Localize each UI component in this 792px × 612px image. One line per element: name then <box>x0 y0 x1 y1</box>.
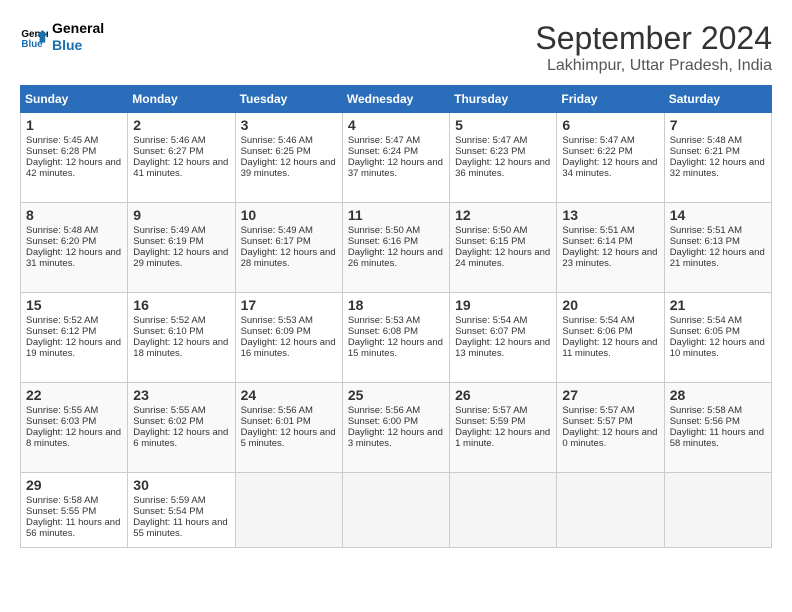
calendar-table: Sunday Monday Tuesday Wednesday Thursday… <box>20 85 772 548</box>
calendar-cell-14: 14Sunrise: 5:51 AMSunset: 6:13 PMDayligh… <box>664 203 771 293</box>
calendar-cell-16: 16Sunrise: 5:52 AMSunset: 6:10 PMDayligh… <box>128 293 235 383</box>
calendar-week-5: 29Sunrise: 5:58 AMSunset: 5:55 PMDayligh… <box>21 473 772 548</box>
calendar-cell-empty-4-2 <box>235 473 342 548</box>
calendar-cell-6: 6Sunrise: 5:47 AMSunset: 6:22 PMDaylight… <box>557 113 664 203</box>
calendar-cell-22: 22Sunrise: 5:55 AMSunset: 6:03 PMDayligh… <box>21 383 128 473</box>
logo: General Blue General Blue <box>20 20 104 54</box>
calendar-cell-empty-4-6 <box>664 473 771 548</box>
header-thursday: Thursday <box>450 86 557 113</box>
calendar-cell-8: 8Sunrise: 5:48 AMSunset: 6:20 PMDaylight… <box>21 203 128 293</box>
header-row: Sunday Monday Tuesday Wednesday Thursday… <box>21 86 772 113</box>
calendar-cell-20: 20Sunrise: 5:54 AMSunset: 6:06 PMDayligh… <box>557 293 664 383</box>
header-monday: Monday <box>128 86 235 113</box>
logo-icon: General Blue <box>20 23 48 51</box>
calendar-cell-26: 26Sunrise: 5:57 AMSunset: 5:59 PMDayligh… <box>450 383 557 473</box>
logo-general: General <box>52 20 104 37</box>
calendar-cell-10: 10Sunrise: 5:49 AMSunset: 6:17 PMDayligh… <box>235 203 342 293</box>
calendar-cell-empty-4-5 <box>557 473 664 548</box>
header: General Blue General Blue September 2024… <box>20 20 772 75</box>
header-saturday: Saturday <box>664 86 771 113</box>
header-sunday: Sunday <box>21 86 128 113</box>
calendar-cell-30: 30Sunrise: 5:59 AMSunset: 5:54 PMDayligh… <box>128 473 235 548</box>
calendar-cell-2: 2Sunrise: 5:46 AMSunset: 6:27 PMDaylight… <box>128 113 235 203</box>
logo-blue: Blue <box>52 37 104 54</box>
header-wednesday: Wednesday <box>342 86 449 113</box>
calendar-cell-27: 27Sunrise: 5:57 AMSunset: 5:57 PMDayligh… <box>557 383 664 473</box>
calendar-cell-25: 25Sunrise: 5:56 AMSunset: 6:00 PMDayligh… <box>342 383 449 473</box>
calendar-cell-1: 1Sunrise: 5:45 AMSunset: 6:28 PMDaylight… <box>21 113 128 203</box>
calendar-cell-9: 9Sunrise: 5:49 AMSunset: 6:19 PMDaylight… <box>128 203 235 293</box>
calendar-week-2: 8Sunrise: 5:48 AMSunset: 6:20 PMDaylight… <box>21 203 772 293</box>
calendar-week-1: 1Sunrise: 5:45 AMSunset: 6:28 PMDaylight… <box>21 113 772 203</box>
calendar-cell-17: 17Sunrise: 5:53 AMSunset: 6:09 PMDayligh… <box>235 293 342 383</box>
calendar-cell-7: 7Sunrise: 5:48 AMSunset: 6:21 PMDaylight… <box>664 113 771 203</box>
calendar-cell-11: 11Sunrise: 5:50 AMSunset: 6:16 PMDayligh… <box>342 203 449 293</box>
calendar-week-4: 22Sunrise: 5:55 AMSunset: 6:03 PMDayligh… <box>21 383 772 473</box>
calendar-cell-28: 28Sunrise: 5:58 AMSunset: 5:56 PMDayligh… <box>664 383 771 473</box>
calendar-cell-empty-4-4 <box>450 473 557 548</box>
header-friday: Friday <box>557 86 664 113</box>
calendar-subtitle: Lakhimpur, Uttar Pradesh, India <box>535 57 772 75</box>
calendar-cell-15: 15Sunrise: 5:52 AMSunset: 6:12 PMDayligh… <box>21 293 128 383</box>
calendar-cell-5: 5Sunrise: 5:47 AMSunset: 6:23 PMDaylight… <box>450 113 557 203</box>
header-tuesday: Tuesday <box>235 86 342 113</box>
calendar-cell-empty-4-3 <box>342 473 449 548</box>
calendar-cell-3: 3Sunrise: 5:46 AMSunset: 6:25 PMDaylight… <box>235 113 342 203</box>
calendar-cell-19: 19Sunrise: 5:54 AMSunset: 6:07 PMDayligh… <box>450 293 557 383</box>
calendar-cell-12: 12Sunrise: 5:50 AMSunset: 6:15 PMDayligh… <box>450 203 557 293</box>
calendar-cell-29: 29Sunrise: 5:58 AMSunset: 5:55 PMDayligh… <box>21 473 128 548</box>
calendar-title: September 2024 <box>535 20 772 57</box>
calendar-cell-4: 4Sunrise: 5:47 AMSunset: 6:24 PMDaylight… <box>342 113 449 203</box>
calendar-cell-24: 24Sunrise: 5:56 AMSunset: 6:01 PMDayligh… <box>235 383 342 473</box>
title-area: September 2024 Lakhimpur, Uttar Pradesh,… <box>535 20 772 75</box>
calendar-cell-23: 23Sunrise: 5:55 AMSunset: 6:02 PMDayligh… <box>128 383 235 473</box>
calendar-cell-21: 21Sunrise: 5:54 AMSunset: 6:05 PMDayligh… <box>664 293 771 383</box>
calendar-cell-18: 18Sunrise: 5:53 AMSunset: 6:08 PMDayligh… <box>342 293 449 383</box>
calendar-cell-13: 13Sunrise: 5:51 AMSunset: 6:14 PMDayligh… <box>557 203 664 293</box>
calendar-week-3: 15Sunrise: 5:52 AMSunset: 6:12 PMDayligh… <box>21 293 772 383</box>
